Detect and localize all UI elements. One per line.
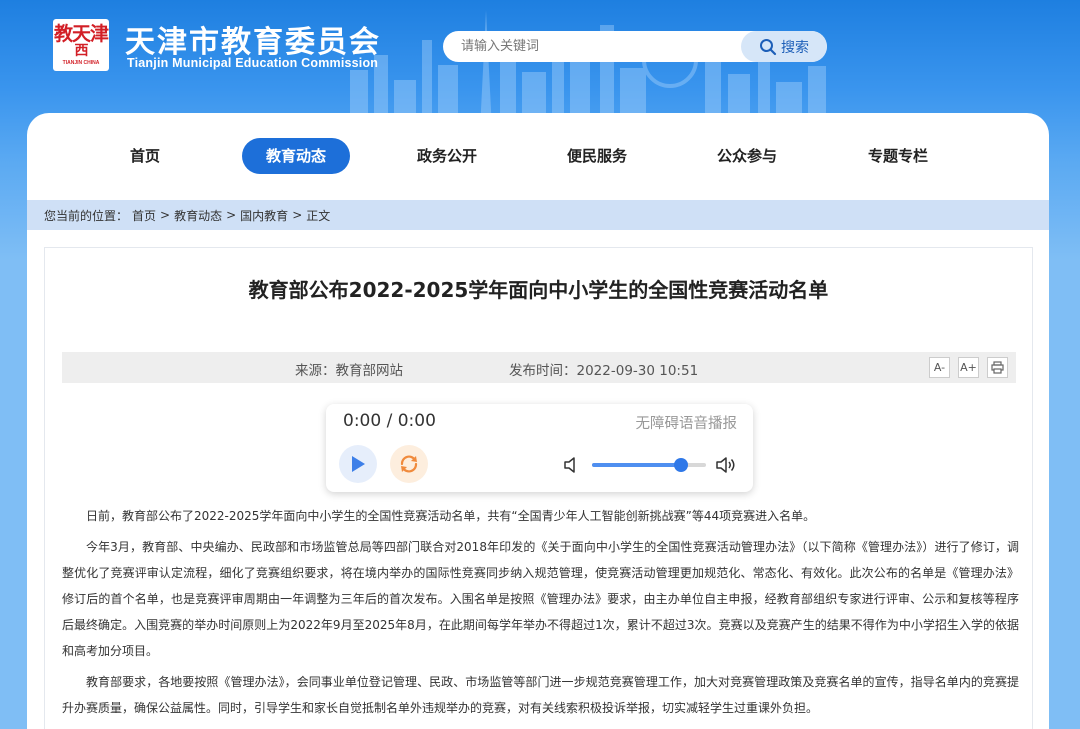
nav-item-public-participation[interactable]: 公众参与 bbox=[697, 138, 797, 174]
main-nav: 首页 教育动态 政务公开 便民服务 公众参与 专题专栏 bbox=[27, 113, 1049, 200]
article: 教育部公布2022-2025学年面向中小学生的全国性竞赛活动名单 来源：教育部网… bbox=[44, 247, 1033, 729]
search-icon bbox=[760, 38, 777, 55]
source-value: 教育部网站 bbox=[335, 363, 404, 379]
breadcrumb-separator: > bbox=[160, 208, 171, 222]
skyline-banner bbox=[350, 10, 826, 130]
source-label: 来源： bbox=[295, 363, 336, 379]
breadcrumb-domestic-education[interactable]: 国内教育 bbox=[240, 207, 288, 224]
nav-item-home[interactable]: 首页 bbox=[107, 138, 183, 174]
breadcrumb: 您当前的位置： 首页 > 教育动态 > 国内教育 > 正文 bbox=[27, 200, 1049, 230]
logo-glyph-lower: 西 bbox=[74, 43, 89, 59]
nav-item-government-affairs[interactable]: 政务公开 bbox=[397, 138, 497, 174]
player-label: 无障碍语音播报 bbox=[635, 416, 738, 432]
play-button[interactable] bbox=[339, 445, 377, 483]
search-input[interactable] bbox=[443, 31, 743, 62]
breadcrumb-education-news[interactable]: 教育动态 bbox=[174, 207, 222, 224]
time-value: 2022-09-30 10:51 bbox=[576, 363, 699, 379]
nav-item-education-news[interactable]: 教育动态 bbox=[242, 138, 350, 174]
volume-low-icon[interactable] bbox=[563, 456, 579, 474]
player-time: 0:00 / 0:00 bbox=[343, 411, 436, 431]
logo-glyph: 教天津 bbox=[53, 23, 109, 45]
volume-slider[interactable] bbox=[592, 463, 706, 467]
article-time: 发布时间：2022-09-30 10:51 bbox=[509, 359, 698, 379]
breadcrumb-separator: > bbox=[226, 208, 237, 222]
logo-subtext: TIANJIN CHINA bbox=[62, 60, 100, 66]
article-meta: 来源：教育部网站 发布时间：2022-09-30 10:51 A- A+ bbox=[62, 352, 1016, 383]
loop-icon bbox=[400, 455, 418, 473]
article-paragraph: 日前，教育部公布了2022-2025学年面向中小学生的全国性竞赛活动名单，共有“… bbox=[86, 509, 816, 523]
loop-button[interactable] bbox=[390, 445, 428, 483]
article-title: 教育部公布2022-2025学年面向中小学生的全国性竞赛活动名单 bbox=[248, 278, 829, 302]
search-button-label: 搜索 bbox=[781, 39, 809, 56]
print-button[interactable] bbox=[987, 357, 1008, 378]
volume-slider-fill bbox=[592, 463, 681, 467]
site-subtitle: Tianjin Municipal Education Commission bbox=[127, 56, 379, 70]
play-icon bbox=[352, 456, 365, 472]
print-icon bbox=[991, 361, 1004, 374]
breadcrumb-prefix: 您当前的位置： bbox=[44, 208, 129, 223]
article-body: 日前，教育部公布了2022-2025学年面向中小学生的全国性竞赛活动名单，共有“… bbox=[62, 503, 1019, 726]
audio-player: 0:00 / 0:00 无障碍语音播报 bbox=[326, 404, 753, 492]
main-card: 首页 教育动态 政务公开 便民服务 公众参与 专题专栏 您当前的位置： 首页 >… bbox=[27, 113, 1049, 729]
site-title: 天津市教育委员会 bbox=[125, 25, 381, 60]
breadcrumb-current: 正文 bbox=[306, 208, 331, 223]
time-label: 发布时间： bbox=[509, 363, 577, 379]
volume-high-icon[interactable] bbox=[715, 455, 737, 475]
article-paragraph: 今年3月，教育部、中央编办、民政部和市场监管总局等四部门联合对2018年印发的《… bbox=[62, 540, 1019, 658]
volume-slider-knob[interactable] bbox=[673, 458, 688, 472]
article-paragraph: 教育部要求，各地要按照《管理办法》，会同事业单位登记管理、民政、市场监管等部门进… bbox=[62, 675, 1019, 715]
breadcrumb-home[interactable]: 首页 bbox=[132, 207, 156, 224]
article-source: 来源：教育部网站 bbox=[295, 359, 403, 379]
nav-item-special-topics[interactable]: 专题专栏 bbox=[848, 138, 948, 174]
font-increase-button[interactable]: A+ bbox=[958, 357, 979, 378]
search-bar: 搜索 bbox=[443, 31, 827, 62]
nav-item-public-services[interactable]: 便民服务 bbox=[547, 138, 647, 174]
site-logo[interactable]: 教天津 西 TIANJIN CHINA bbox=[53, 19, 109, 71]
breadcrumb-separator: > bbox=[292, 208, 303, 222]
search-button[interactable]: 搜索 bbox=[741, 31, 827, 62]
font-decrease-button[interactable]: A- bbox=[929, 357, 950, 378]
